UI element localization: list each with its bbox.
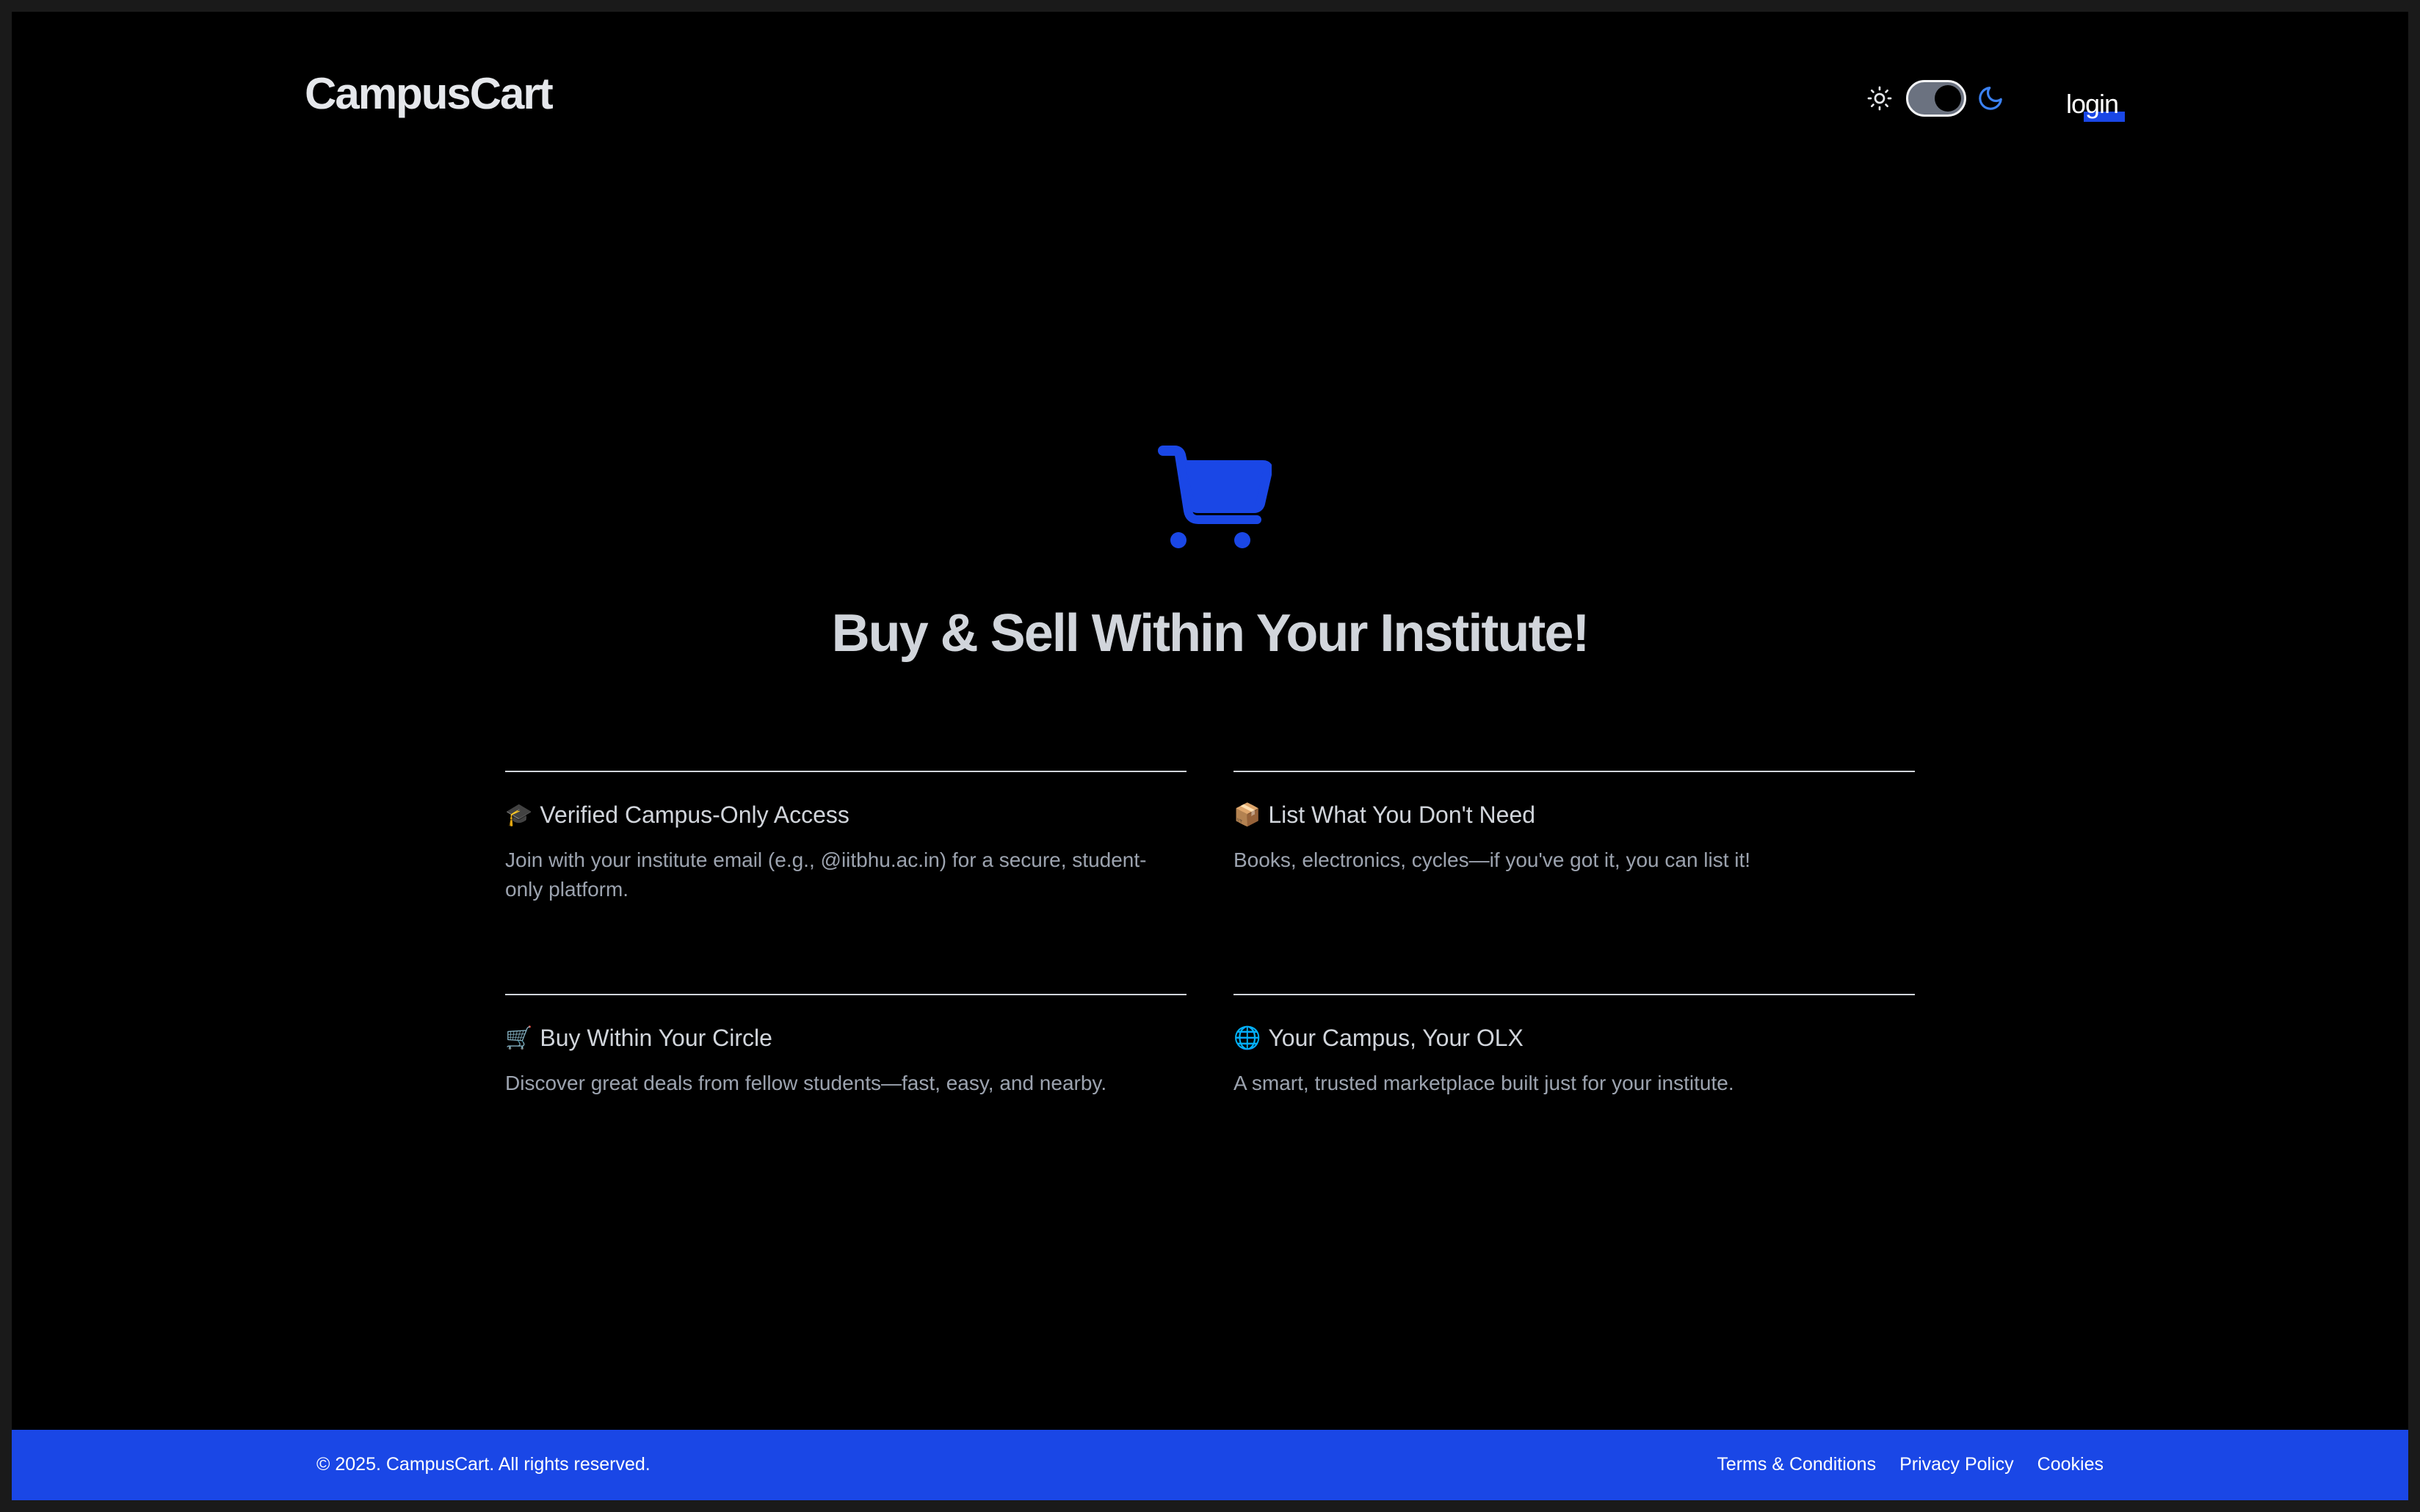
footer: © 2025. CampusCart. All rights reserved.… — [12, 1430, 2408, 1500]
feature-title-text: List What You Don't Need — [1268, 802, 1536, 828]
app-frame: CampusCart login Buy & Sell Within Your … — [12, 12, 2408, 1500]
theme-toggle[interactable] — [1866, 78, 2004, 119]
feature-description: A smart, trusted marketplace built just … — [1233, 1071, 1734, 1094]
package-icon: 📦 — [1233, 803, 1261, 828]
login-button[interactable]: login — [2066, 91, 2119, 117]
globe-icon: 🌐 — [1233, 1026, 1261, 1051]
feature-description: Join with your institute email (e.g., @i… — [505, 848, 1147, 901]
feature-title: 🎓 Verified Campus-Only Access — [505, 800, 1187, 831]
feature-description: Discover great deals from fellow student… — [505, 1071, 1107, 1094]
hero-title: Buy & Sell Within Your Institute! — [831, 604, 1590, 663]
theme-switch[interactable] — [1906, 80, 1966, 117]
graduation-cap-icon: 🎓 — [505, 803, 533, 828]
feature-card: 📦 List What You Don't Need Books, electr… — [1233, 771, 1915, 994]
feature-card: 🛒 Buy Within Your Circle Discover great … — [505, 994, 1187, 1217]
feature-title: 🛒 Buy Within Your Circle — [505, 1023, 1187, 1054]
feature-description: Books, electronics, cycles—if you've got… — [1233, 848, 1751, 871]
sun-icon[interactable] — [1866, 85, 1893, 112]
logo[interactable]: CampusCart — [305, 72, 554, 116]
cart-icon: 🛒 — [505, 1026, 533, 1051]
feature-title-text: Buy Within Your Circle — [540, 1025, 772, 1051]
feature-title: 📦 List What You Don't Need — [1233, 800, 1915, 831]
cookies-link[interactable]: Cookies — [2037, 1453, 2104, 1475]
feature-title-text: Verified Campus-Only Access — [540, 802, 849, 828]
features-grid: 🎓 Verified Campus-Only Access Join with … — [505, 771, 1915, 1217]
footer-links: Terms & Conditions Privacy Policy Cookie… — [1717, 1453, 2104, 1475]
copyright-text: © 2025. CampusCart. All rights reserved. — [316, 1454, 651, 1475]
terms-link[interactable]: Terms & Conditions — [1717, 1453, 1876, 1475]
feature-card: 🌐 Your Campus, Your OLX A smart, trusted… — [1233, 994, 1915, 1217]
shopping-cart-icon — [1157, 440, 1273, 552]
feature-title-text: Your Campus, Your OLX — [1268, 1025, 1524, 1051]
feature-card: 🎓 Verified Campus-Only Access Join with … — [505, 771, 1187, 994]
switch-knob — [1935, 85, 1961, 112]
moon-icon[interactable] — [1977, 84, 2004, 112]
feature-title: 🌐 Your Campus, Your OLX — [1233, 1023, 1915, 1054]
header: CampusCart login — [12, 12, 2408, 181]
privacy-policy-link[interactable]: Privacy Policy — [1899, 1453, 2014, 1475]
